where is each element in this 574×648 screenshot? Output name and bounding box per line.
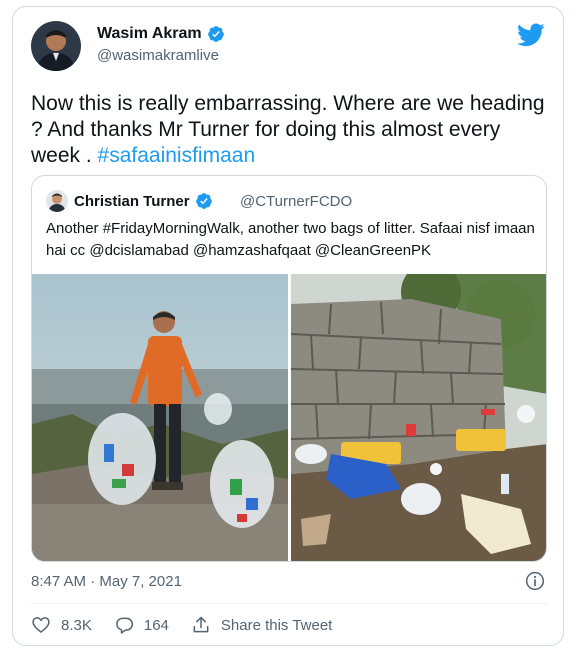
info-icon[interactable] (525, 571, 545, 591)
author-name-text[interactable]: Wasim Akram (97, 25, 202, 43)
twitter-bird-icon[interactable] (517, 23, 545, 47)
quoted-author-handle[interactable]: @CTurnerFCDO (240, 193, 352, 210)
author-name[interactable]: Wasim Akram (97, 25, 225, 43)
quoted-author-name[interactable]: Christian Turner (74, 192, 213, 210)
verified-badge-icon (207, 26, 224, 42)
reply-icon (115, 617, 133, 634)
like-count: 8.3K (61, 616, 92, 634)
quoted-tweet[interactable]: Christian Turner @CTurnerFCDO Another #F… (31, 175, 547, 562)
tweet-timestamp[interactable]: 8:47 AM · May 7, 2021 (31, 573, 182, 590)
author-avatar[interactable] (31, 21, 81, 71)
share-icon (193, 616, 209, 633)
quoted-author-avatar[interactable] (46, 190, 68, 212)
like-button[interactable]: 8.3K (31, 615, 92, 635)
verified-badge-icon (195, 193, 212, 209)
quoted-photo-litter-by-wall[interactable] (291, 274, 546, 561)
tweet-card: Wasim Akram @wasimakramlive Now this is … (12, 6, 564, 646)
hashtag-link[interactable]: #safaainisfimaan (98, 144, 256, 167)
tweet-text: Now this is really embarrassing. Where a… (31, 91, 551, 169)
share-button[interactable]: Share this Tweet (191, 615, 332, 635)
quoted-photo-man-with-litter[interactable] (32, 274, 288, 561)
reply-count: 164 (143, 616, 169, 634)
reply-button[interactable]: 164 (114, 615, 169, 635)
divider (31, 603, 547, 604)
heart-icon (32, 617, 50, 634)
share-label: Share this Tweet (220, 616, 333, 634)
author-handle[interactable]: @wasimakramlive (97, 47, 219, 64)
quoted-author-name-text[interactable]: Christian Turner (74, 193, 190, 210)
tweet-actions: 8.3K 164 Share this Tweet (31, 615, 354, 635)
quoted-tweet-text: Another #FridayMorningWalk, another two … (46, 220, 535, 259)
